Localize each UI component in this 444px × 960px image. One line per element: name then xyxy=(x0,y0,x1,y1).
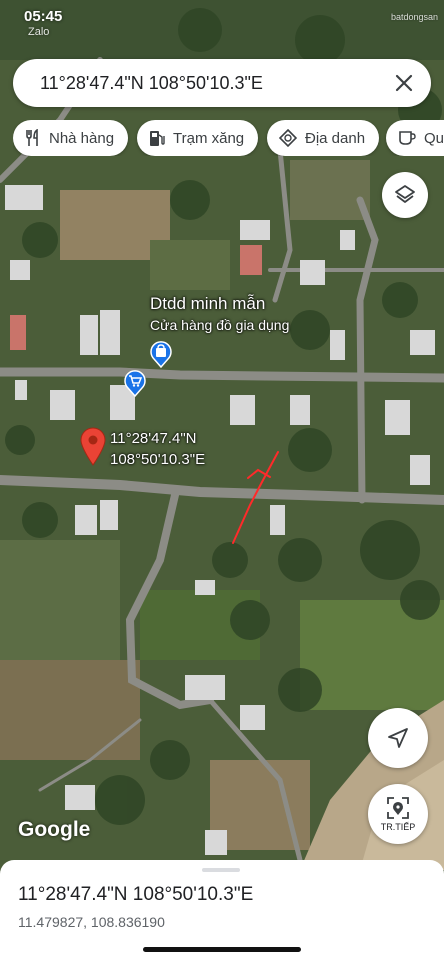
place-bottom-sheet[interactable]: 11°28'47.4"N 108°50'10.3"E 11.479827, 10… xyxy=(0,860,444,960)
map-pin-icon xyxy=(80,427,106,466)
sheet-drag-handle[interactable] xyxy=(202,868,240,872)
my-location-button[interactable] xyxy=(368,708,428,768)
chip-gas-stations[interactable]: Trạm xăng xyxy=(137,120,259,156)
status-time: 05:45 xyxy=(24,8,63,25)
layers-icon xyxy=(395,185,415,203)
pin-coordinates-label: 11°28'47.4"N 108°50'10.3"E xyxy=(110,428,205,470)
pin-latitude: 11°28'47.4"N xyxy=(110,430,197,447)
close-button[interactable] xyxy=(391,70,417,96)
pin-longitude: 108°50'10.3"E xyxy=(110,451,206,468)
restaurant-icon xyxy=(26,129,38,146)
sheet-title: 11°28'47.4"N 108°50'10.3"E xyxy=(18,884,254,905)
coffee-icon xyxy=(399,131,416,145)
poi-name[interactable]: Dtdd minh mẫn xyxy=(150,294,265,314)
status-back-label[interactable]: Zalo xyxy=(28,26,49,38)
start-navigation-button[interactable]: TR.TIẾP xyxy=(368,784,428,844)
chip-landmarks[interactable]: Địa danh xyxy=(267,120,380,156)
start-navigation-label: TR.TIẾP xyxy=(380,822,416,832)
chip-landmarks-label: Địa danh xyxy=(305,129,366,147)
poi-shop-marker[interactable] xyxy=(123,369,147,402)
chip-restaurants-label: Nhà hàng xyxy=(49,129,115,147)
watermark: batdongsan xyxy=(390,12,438,22)
shopping-bag-icon xyxy=(150,341,172,369)
chip-coffee[interactable]: Quán cà phê xyxy=(386,120,444,156)
search-bar[interactable]: 11°28'47.4"N 108°50'10.3"E xyxy=(13,59,431,107)
chip-coffee-label: Quán cà phê xyxy=(424,129,444,147)
layers-button[interactable] xyxy=(382,172,428,218)
navigation-arrow-icon xyxy=(388,728,408,748)
sheet-decimal-coordinates: 11.479827, 108.836190 xyxy=(18,914,165,930)
chip-restaurants[interactable]: Nhà hàng xyxy=(13,120,129,156)
category-chips: Nhà hàng Trạm xăng Địa danh Quán cà phê xyxy=(13,120,444,156)
dropped-pin-marker[interactable] xyxy=(79,426,107,471)
landmark-icon xyxy=(279,129,297,147)
close-icon xyxy=(395,74,413,92)
home-indicator[interactable] xyxy=(143,947,301,952)
gas-station-icon xyxy=(150,131,165,146)
poi-category: Cửa hàng đồ gia dụng xyxy=(150,317,290,333)
cart-icon xyxy=(124,370,146,398)
chip-gas-stations-label: Trạm xăng xyxy=(173,129,245,147)
poi-store-marker[interactable] xyxy=(149,340,173,373)
google-logo: Google xyxy=(18,818,91,841)
live-location-icon xyxy=(387,797,409,819)
search-query[interactable]: 11°28'47.4"N 108°50'10.3"E xyxy=(40,73,391,94)
